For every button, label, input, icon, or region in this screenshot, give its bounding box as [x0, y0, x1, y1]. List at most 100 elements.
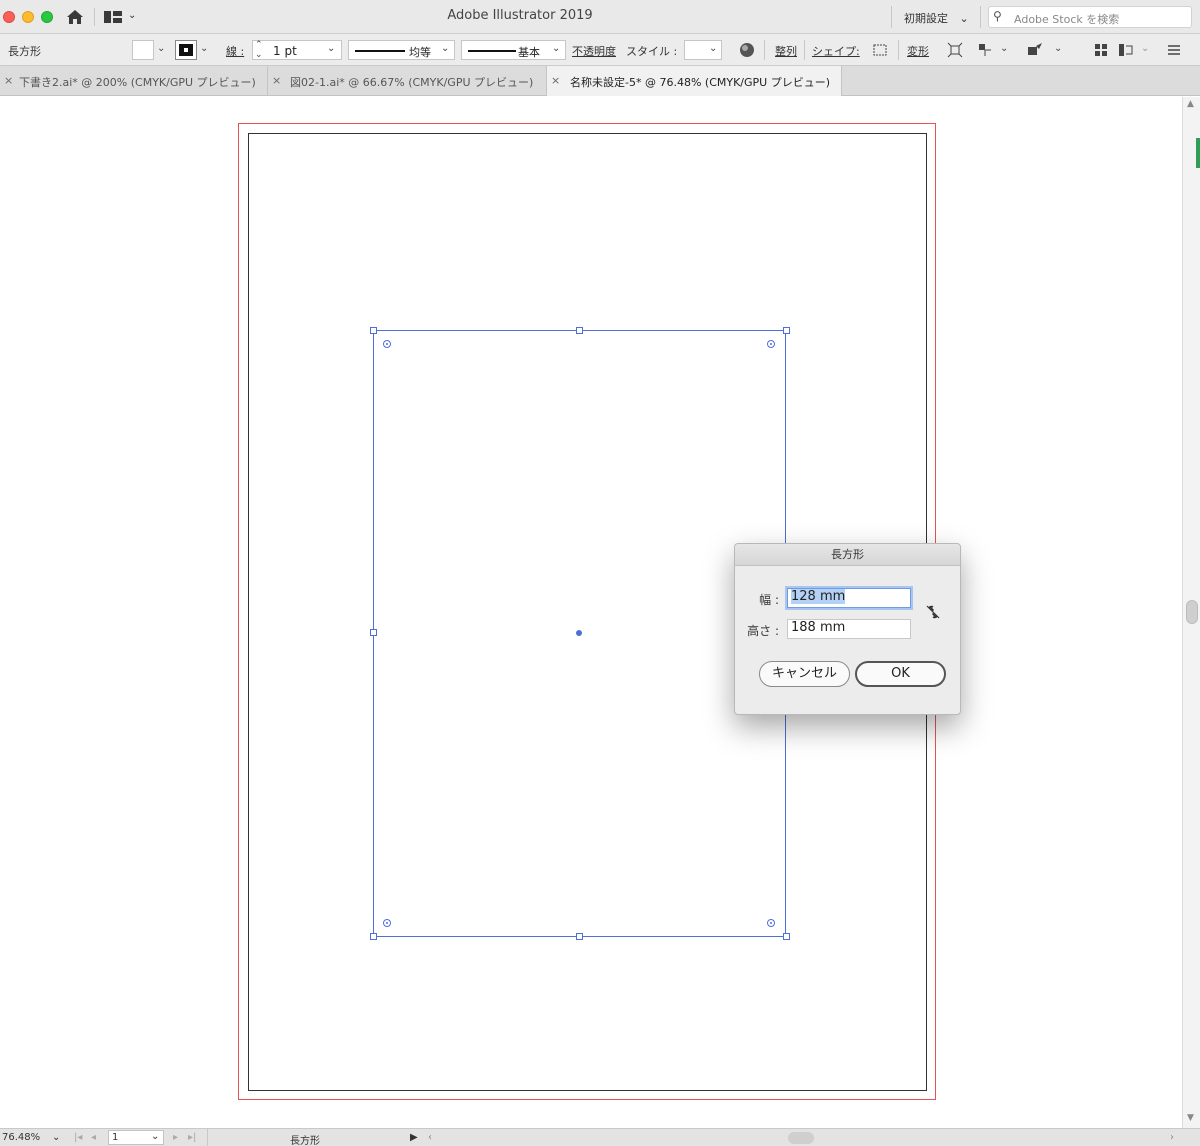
width-field[interactable]: 128 mm	[787, 588, 911, 608]
workspace-switcher-icon[interactable]	[104, 10, 122, 24]
tab-document-2[interactable]: × 図02-1.ai* @ 66.67% (CMYK/GPU プレビュー)	[268, 66, 547, 96]
width-label: 幅 :	[759, 593, 779, 607]
adobe-stock-search-input[interactable]: ⚲ Adobe Stock を検索	[988, 6, 1192, 28]
divider	[804, 40, 805, 60]
tab-label: 下書き2.ai* @ 200% (CMYK/GPU プレビュー)	[19, 76, 256, 89]
panel-menu-icon[interactable]	[1166, 42, 1182, 58]
zoom-level[interactable]: 76.48%	[2, 1132, 40, 1143]
transform-icon[interactable]	[947, 42, 963, 58]
shape-bounds-icon[interactable]	[872, 42, 888, 58]
workspace-preset-label: 初期設定	[904, 12, 948, 25]
corner-widget-top-right[interactable]	[767, 340, 775, 348]
scroll-up-icon[interactable]: ▲	[1187, 99, 1194, 109]
rectangle-center-point	[576, 630, 582, 636]
close-icon[interactable]: ×	[272, 74, 281, 87]
corner-widget-bottom-left[interactable]	[383, 919, 391, 927]
resize-handle-bottom-left[interactable]	[370, 933, 377, 940]
close-icon[interactable]: ×	[551, 74, 560, 87]
shape-label[interactable]: シェイプ:	[812, 43, 860, 59]
chevron-down-icon[interactable]: ⌄	[200, 43, 208, 54]
control-bar: 長方形 ⌄ ⌄ 線 : ⌃ ⌄ 1 pt ⌄ 均等 ⌄ 基本 ⌄ 不透明度 スタイ…	[0, 34, 1200, 66]
tab-document-3[interactable]: × 名称未設定-5* @ 76.48% (CMYK/GPU プレビュー)	[547, 66, 842, 96]
resize-handle-top-right[interactable]	[783, 327, 790, 334]
style-label: スタイル :	[626, 45, 678, 58]
first-artboard-icon[interactable]: |◂	[74, 1132, 82, 1143]
tab-document-1[interactable]: × 下書き2.ai* @ 200% (CMYK/GPU プレビュー)	[0, 66, 268, 96]
stroke-weight-field[interactable]: ⌃ ⌄ 1 pt ⌄	[252, 40, 342, 60]
home-icon[interactable]	[66, 9, 84, 25]
stroke-profile-label: 均等	[409, 46, 431, 59]
search-icon: ⚲	[993, 9, 1002, 23]
artboard-number-field[interactable]: 1 ⌄	[108, 1130, 164, 1145]
workspace-preset-dropdown[interactable]: 初期設定 ⌄	[904, 10, 969, 26]
ok-button[interactable]: OK	[855, 661, 946, 687]
resize-handle-left[interactable]	[370, 629, 377, 636]
document-canvas[interactable]	[0, 97, 1182, 1128]
divider	[891, 6, 892, 28]
brush-label: 基本	[518, 46, 540, 59]
chevron-down-icon[interactable]: ⌄	[1000, 43, 1008, 54]
reference-point-icon[interactable]	[977, 42, 993, 58]
chevron-down-icon[interactable]: ⌄	[327, 43, 335, 54]
chevron-down-icon[interactable]: ⌄	[52, 1132, 60, 1143]
stroke-profile-preview	[355, 50, 405, 52]
scroll-right-icon[interactable]: ›	[1170, 1132, 1174, 1143]
recolor-icon[interactable]	[739, 42, 755, 58]
resize-handle-bottom[interactable]	[576, 933, 583, 940]
scroll-left-icon[interactable]: ‹	[428, 1132, 432, 1143]
horizontal-scroll-thumb[interactable]	[788, 1132, 814, 1144]
current-tool-label: 長方形	[290, 1136, 320, 1146]
fill-swatch[interactable]	[132, 40, 154, 60]
graphic-style-dropdown[interactable]: ⌄	[684, 40, 722, 60]
stroke-label[interactable]: 線 :	[226, 43, 244, 59]
resize-handle-bottom-right[interactable]	[783, 933, 790, 940]
resize-handle-top-left[interactable]	[370, 327, 377, 334]
window-close-button[interactable]	[3, 11, 15, 23]
vertical-scroll-thumb[interactable]	[1186, 600, 1198, 624]
previous-artboard-icon[interactable]: ◂	[91, 1132, 96, 1143]
stepper-icon[interactable]: ⌃ ⌄	[255, 40, 263, 60]
window-maximize-button[interactable]	[41, 11, 53, 23]
cancel-button[interactable]: キャンセル	[759, 661, 850, 687]
align-label[interactable]: 整列	[775, 43, 797, 59]
stroke-swatch-hole	[183, 47, 189, 53]
arrange-icon[interactable]	[1093, 42, 1109, 58]
isolate-group-icon[interactable]	[1027, 42, 1043, 58]
chevron-down-icon: ⌄	[441, 43, 450, 54]
height-field[interactable]: 188 mm	[787, 619, 911, 639]
divider	[207, 1129, 208, 1146]
app-title: Adobe Illustrator 2019	[447, 8, 593, 23]
chevron-down-icon[interactable]: ⌄	[1054, 43, 1062, 54]
opacity-label[interactable]: 不透明度	[572, 43, 616, 59]
brush-definition-dropdown[interactable]: 基本 ⌄	[461, 40, 566, 60]
close-icon[interactable]: ×	[4, 74, 13, 87]
status-bar: 76.48% ⌄ |◂ ◂ 1 ⌄ ▸ ▸| 長方形 ▶ ‹ ›	[0, 1128, 1200, 1146]
divider	[898, 40, 899, 60]
chevron-down-icon[interactable]: ⌄	[157, 43, 165, 54]
window-minimize-button[interactable]	[22, 11, 34, 23]
chevron-down-icon: ⌄	[959, 12, 969, 25]
corner-widget-bottom-right[interactable]	[767, 919, 775, 927]
last-artboard-icon[interactable]: ▸|	[188, 1132, 196, 1143]
status-menu-icon[interactable]: ▶	[410, 1132, 418, 1143]
chevron-down-icon[interactable]: ⌄	[1141, 43, 1149, 54]
title-bar: ⌄ Adobe Illustrator 2019 初期設定 ⌄ ⚲ Adobe …	[0, 0, 1200, 34]
scroll-down-icon[interactable]: ▼	[1187, 1113, 1194, 1123]
stroke-swatch[interactable]	[175, 40, 197, 60]
dialog-title: 長方形	[735, 544, 960, 566]
divider	[980, 6, 981, 28]
link-proportions-icon[interactable]	[925, 604, 941, 620]
chevron-down-icon[interactable]: ⌄	[128, 10, 136, 21]
resize-handle-top[interactable]	[576, 327, 583, 334]
select-similar-icon[interactable]	[1118, 42, 1134, 58]
corner-widget-top-left[interactable]	[383, 340, 391, 348]
search-placeholder: Adobe Stock を検索	[1014, 13, 1120, 26]
height-label: 高さ :	[747, 624, 779, 638]
selected-object-type: 長方形	[8, 45, 41, 58]
variable-width-profile-dropdown[interactable]: 均等 ⌄	[348, 40, 455, 60]
vertical-scrollbar[interactable]: ▲ ▼	[1182, 97, 1200, 1128]
divider	[94, 8, 95, 26]
next-artboard-icon[interactable]: ▸	[173, 1132, 178, 1143]
divider	[764, 40, 765, 60]
transform-label[interactable]: 変形	[907, 43, 929, 59]
